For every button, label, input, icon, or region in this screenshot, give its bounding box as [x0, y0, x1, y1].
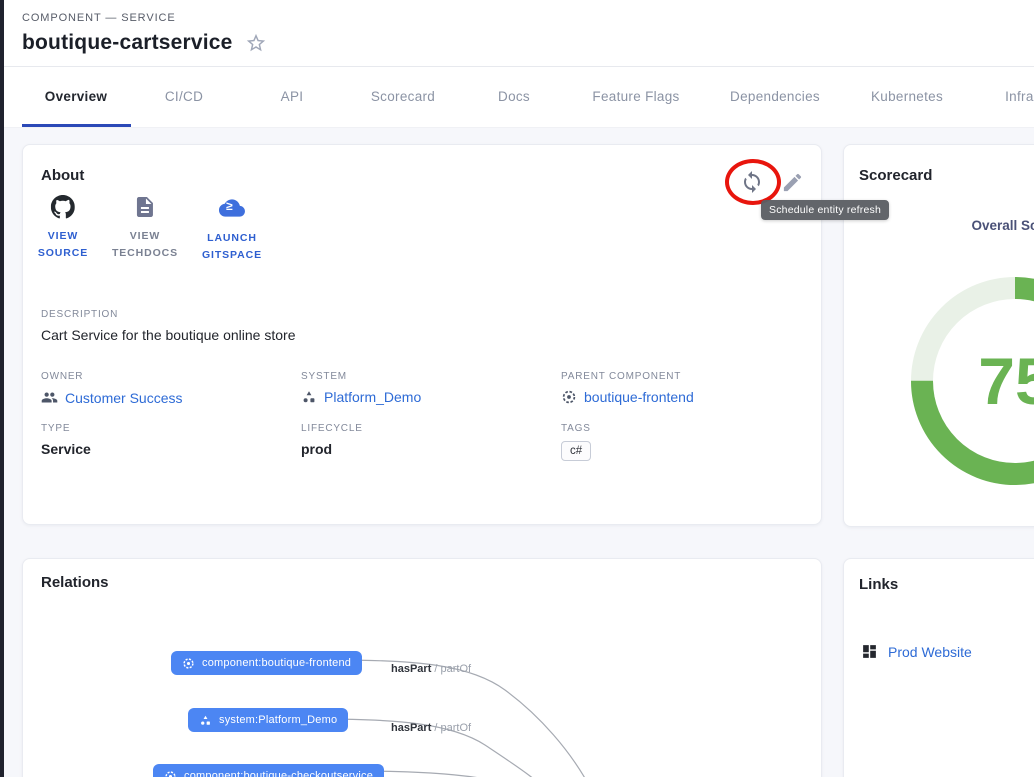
page-title: boutique-cartservice [22, 31, 233, 55]
about-card: About Schedule entity refresh VIEW SOURC… [22, 144, 822, 525]
launch-gitspace-action[interactable]: ≥ LAUNCH GITSPACE [202, 195, 262, 264]
tab-kubernetes[interactable]: Kubernetes [871, 89, 943, 104]
refresh-entity-button[interactable] [740, 169, 766, 195]
view-techdocs-action[interactable]: VIEW TECHDOCS [112, 195, 178, 262]
field-label: SYSTEM [301, 371, 421, 382]
tab-api[interactable]: API [281, 89, 304, 104]
system-link[interactable]: Platform_Demo [301, 389, 421, 405]
github-icon [51, 195, 75, 221]
component-icon [164, 770, 177, 777]
edge-label: hasPart / partOf [391, 722, 471, 734]
description-value: Cart Service for the boutique online sto… [41, 327, 295, 343]
graph-node-platform-demo[interactable]: system:Platform_Demo [188, 708, 348, 732]
tab-cicd[interactable]: CI/CD [165, 89, 203, 104]
field-label: TYPE [41, 423, 91, 434]
field-label: OWNER [41, 371, 182, 382]
techdocs-icon [133, 195, 157, 221]
links-card-title: Links [859, 576, 898, 593]
field-label: TAGS [561, 423, 591, 434]
cloud-terminal-icon: ≥ [219, 195, 245, 221]
tab-infrastructure[interactable]: Infrastructure [1005, 89, 1034, 104]
tab-overview[interactable]: Overview [45, 89, 107, 104]
pencil-icon [781, 171, 804, 194]
favorite-star-icon[interactable] [245, 32, 267, 54]
system-field: SYSTEM Platform_Demo [301, 371, 421, 405]
parent-component-field: PARENT COMPONENT boutique-frontend [561, 371, 694, 405]
component-icon [182, 657, 195, 670]
refresh-tooltip: Schedule entity refresh [761, 200, 889, 220]
about-card-title: About [41, 167, 84, 184]
entity-overview-page: COMPONENT — SERVICE boutique-cartservice… [0, 0, 1034, 777]
link-label: Prod Website [888, 644, 972, 660]
type-value: Service [41, 441, 91, 457]
node-label: component:boutique-checkoutservice [184, 770, 373, 777]
score-value: 75 [978, 344, 1034, 418]
sync-icon [740, 170, 764, 194]
node-label: component:boutique-frontend [202, 657, 351, 669]
tag-chip[interactable]: c# [561, 441, 591, 461]
tab-scorecard[interactable]: Scorecard [371, 89, 435, 104]
lifecycle-value: prod [301, 441, 363, 457]
system-icon [301, 389, 317, 405]
breadcrumb: COMPONENT — SERVICE [22, 12, 176, 24]
relations-card: Relations hasPart / partOf hasPart / par… [22, 558, 822, 777]
tab-docs[interactable]: Docs [498, 89, 530, 104]
field-label: DESCRIPTION [41, 309, 295, 320]
score-gauge: 75 [905, 271, 1034, 491]
action-label: GITSPACE [202, 247, 262, 264]
action-label: LAUNCH [202, 230, 262, 247]
action-label: VIEW [112, 228, 178, 245]
node-label: system:Platform_Demo [219, 714, 337, 726]
system-value: Platform_Demo [324, 389, 421, 405]
component-icon [561, 389, 577, 405]
action-label: TECHDOCS [112, 245, 178, 262]
graph-node-boutique-frontend[interactable]: component:boutique-frontend [171, 651, 362, 675]
owner-field: OWNER Customer Success [41, 371, 182, 406]
links-card: Links Prod Website [843, 558, 1034, 777]
overall-score-label: Overall Score [844, 218, 1034, 233]
group-icon [41, 389, 58, 406]
tags-field: TAGS c# [561, 423, 591, 461]
parent-component-value: boutique-frontend [584, 389, 694, 405]
entity-header: COMPONENT — SERVICE boutique-cartservice [4, 0, 1034, 67]
tab-feature-flags[interactable]: Feature Flags [592, 89, 679, 104]
edit-entity-button[interactable] [781, 169, 807, 195]
description-field: DESCRIPTION Cart Service for the boutiqu… [41, 309, 295, 343]
graph-node-boutique-checkoutservice[interactable]: component:boutique-checkoutservice [153, 764, 384, 777]
action-label: SOURCE [38, 245, 88, 262]
lifecycle-field: LIFECYCLE prod [301, 423, 363, 457]
system-icon [199, 714, 212, 727]
field-label: LIFECYCLE [301, 423, 363, 434]
edge-label: hasPart / partOf [391, 663, 471, 675]
type-field: TYPE Service [41, 423, 91, 457]
parent-component-link[interactable]: boutique-frontend [561, 389, 694, 405]
tab-dependencies[interactable]: Dependencies [730, 89, 820, 104]
owner-link[interactable]: Customer Success [41, 389, 182, 406]
tab-bar: Overview CI/CD API Scorecard Docs Featur… [4, 67, 1034, 128]
owner-value: Customer Success [65, 390, 182, 406]
scorecard-card-title: Scorecard [859, 167, 932, 184]
field-label: PARENT COMPONENT [561, 371, 694, 382]
active-tab-indicator [22, 124, 131, 127]
action-label: VIEW [38, 228, 88, 245]
prod-website-link[interactable]: Prod Website [861, 643, 972, 660]
dashboard-icon [861, 643, 878, 660]
view-source-action[interactable]: VIEW SOURCE [38, 195, 88, 262]
